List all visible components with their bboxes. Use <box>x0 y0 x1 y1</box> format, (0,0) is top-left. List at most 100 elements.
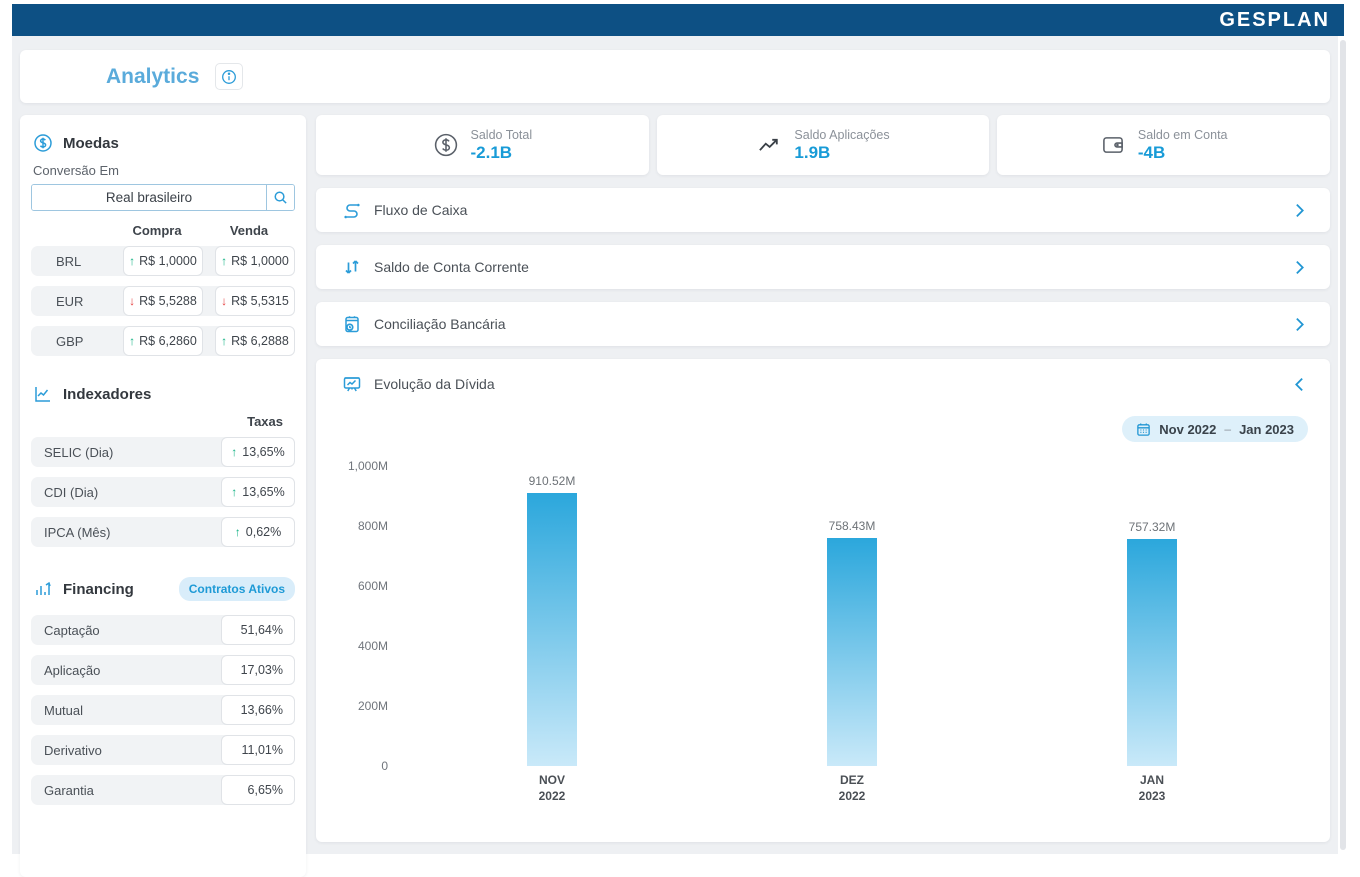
value-text: 0,62% <box>246 525 281 539</box>
chart-plot-area: 910.52MNOV2022758.43MDEZ2022757.32MJAN20… <box>402 466 1302 766</box>
bar-value-label: 910.52M <box>529 474 576 488</box>
search-icon <box>273 190 288 205</box>
currency-row-brl: BRL ↑ R$ 1,0000 ↑ R$ 1,0000 <box>31 246 295 276</box>
currency-column-headers: Compra Venda <box>31 223 295 238</box>
financing-row-captacao: Captação 51,64% <box>31 615 295 645</box>
financing-label: Derivativo <box>31 743 102 758</box>
stat-label: Saldo Aplicações <box>794 128 889 142</box>
trend-arrow-icon: ↑ <box>221 334 227 348</box>
index-label: IPCA (Mês) <box>31 525 110 540</box>
info-button[interactable] <box>215 63 243 90</box>
financing-title: Financing <box>63 581 134 598</box>
trend-arrow-icon: ↑ <box>129 334 135 348</box>
bar-value-label: 757.32M <box>1129 520 1176 534</box>
gesplan-logo: GESPLAN <box>1219 9 1330 32</box>
accordion-label: Saldo de Conta Corrente <box>374 259 1279 275</box>
wallet-icon <box>1100 132 1126 158</box>
financing-label: Mutual <box>31 703 83 718</box>
financing-row-derivativo: Derivativo 11,01% <box>31 735 295 765</box>
chevron-right-icon[interactable] <box>1291 259 1308 276</box>
aplicacao-value: 17,03% <box>221 655 295 685</box>
vertical-scrollbar[interactable] <box>1340 40 1346 850</box>
chevron-right-icon[interactable] <box>1291 202 1308 219</box>
contratos-ativos-badge[interactable]: Contratos Ativos <box>179 577 295 601</box>
accordion-label: Conciliação Bancária <box>374 316 1279 332</box>
bar-JAN 2023 <box>1127 539 1177 766</box>
mutual-value: 13,66% <box>221 695 295 725</box>
currency-row-gbp: GBP ↑ R$ 6,2860 ↑ R$ 6,2888 <box>31 326 295 356</box>
date-range-start: Nov 2022 <box>1159 422 1216 437</box>
accordion-conciliacao-bancaria[interactable]: Conciliação Bancária <box>316 302 1330 346</box>
index-label: SELIC (Dia) <box>31 445 113 460</box>
currency-search-button[interactable] <box>266 185 294 210</box>
x-axis-label: NOV2022 <box>539 772 566 804</box>
accordion-fluxo-de-caixa[interactable]: Fluxo de Caixa <box>316 188 1330 232</box>
trend-arrow-icon: ↓ <box>221 294 227 308</box>
info-icon <box>221 69 237 85</box>
stat-label: Saldo em Conta <box>1138 128 1228 142</box>
trend-arrow-icon: ↑ <box>231 445 237 459</box>
stat-value: -4B <box>1138 143 1228 163</box>
eur-compra-value: ↓ R$ 5,5288 <box>123 286 203 316</box>
clipboard-clock-icon <box>342 314 362 334</box>
currency-code: BRL <box>31 254 81 269</box>
brl-venda-value: ↑ R$ 1,0000 <box>215 246 295 276</box>
date-range-separator: – <box>1224 422 1231 436</box>
financing-label: Garantia <box>31 783 94 798</box>
selic-rate-value: ↑ 13,65% <box>221 437 295 467</box>
value-text: R$ 1,0000 <box>139 254 197 268</box>
y-tick-label: 600M <box>358 579 388 593</box>
top-navigation-bar: GESPLAN <box>12 4 1344 36</box>
ipca-rate-value: ↑ 0,62% <box>221 517 295 547</box>
stat-value: -2.1B <box>471 143 533 163</box>
value-text: 13,65% <box>242 445 284 459</box>
financing-section-header: Financing <box>33 579 134 599</box>
financing-row-garantia: Garantia 6,65% <box>31 775 295 805</box>
indexadores-section-header: Indexadores <box>33 384 295 404</box>
conversion-label: Conversão Em <box>33 163 295 178</box>
derivativo-value: 11,01% <box>221 735 295 765</box>
y-tick-label: 200M <box>358 699 388 713</box>
date-range-end: Jan 2023 <box>1239 422 1294 437</box>
chevron-left-icon[interactable] <box>1291 376 1308 393</box>
stat-card-saldo-total: Saldo Total -2.1B <box>316 115 649 175</box>
currency-row-eur: EUR ↓ R$ 5,5288 ↓ R$ 5,5315 <box>31 286 295 316</box>
bar-DEZ 2022 <box>827 538 877 766</box>
debt-panel-title: Evolução da Dívida <box>374 376 1279 392</box>
debt-panel-header[interactable]: Evolução da Dívida <box>316 359 1330 394</box>
page-title: Analytics <box>106 65 199 89</box>
date-range-filter[interactable]: Nov 2022 – Jan 2023 <box>1122 416 1308 442</box>
accordion-saldo-conta-corrente[interactable]: Saldo de Conta Corrente <box>316 245 1330 289</box>
conversion-input[interactable] <box>32 185 266 210</box>
garantia-value: 6,65% <box>221 775 295 805</box>
cash-flow-icon <box>342 200 362 220</box>
compra-column-header: Compra <box>111 223 203 238</box>
main-content: Saldo Total -2.1B Saldo Aplicações 1. <box>316 115 1330 842</box>
moedas-section-header: Moedas <box>33 133 295 153</box>
value-text: R$ 1,0000 <box>231 254 289 268</box>
line-chart-icon <box>33 384 53 404</box>
trend-arrow-icon: ↑ <box>129 254 135 268</box>
stat-value: 1.9B <box>794 143 889 163</box>
x-axis-label: JAN2023 <box>1139 772 1166 804</box>
value-text: R$ 5,5288 <box>139 294 197 308</box>
venda-column-header: Venda <box>203 223 295 238</box>
financing-row-aplicacao: Aplicação 17,03% <box>31 655 295 685</box>
financing-label: Captação <box>31 623 100 638</box>
chevron-right-icon[interactable] <box>1291 316 1308 333</box>
value-text: R$ 5,5315 <box>231 294 289 308</box>
bar-NOV 2022 <box>527 493 577 766</box>
trending-up-icon <box>756 132 782 158</box>
stat-card-saldo-aplicacoes: Saldo Aplicações 1.9B <box>657 115 990 175</box>
value-text: 13,65% <box>242 485 284 499</box>
stat-label: Saldo Total <box>471 128 533 142</box>
page-background: Analytics Moedas Conversão Em <box>12 36 1338 854</box>
y-tick-label: 1,000M <box>348 459 388 473</box>
app-window: GESPLAN Analytics Moedas <box>12 4 1344 850</box>
currency-code: EUR <box>31 294 83 309</box>
y-tick-label: 400M <box>358 639 388 653</box>
dollar-circle-icon <box>433 132 459 158</box>
page-header-card: Analytics <box>20 50 1330 103</box>
chart-y-axis: 0200M400M600M800M1,000M <box>340 466 388 766</box>
trend-arrow-icon: ↑ <box>235 525 241 539</box>
